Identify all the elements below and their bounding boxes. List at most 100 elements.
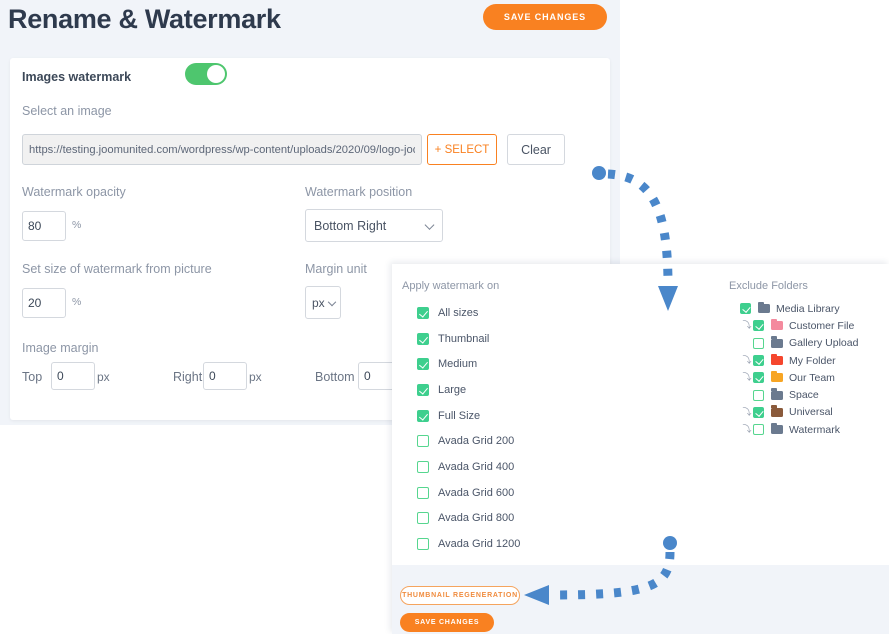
- folder-tree-row[interactable]: ⤵ Watermark: [729, 421, 858, 438]
- checkbox-checked-icon[interactable]: [753, 406, 764, 418]
- apply-size-label: Avada Grid 1200: [438, 538, 521, 551]
- clear-image-button[interactable]: Clear: [507, 134, 565, 165]
- screenshot-root: Rename & Watermark SAVE CHANGES Images w…: [0, 0, 889, 634]
- apply-size-label: Avada Grid 800: [438, 512, 515, 525]
- apply-size-label: Avada Grid 400: [438, 460, 515, 473]
- watermark-position-label: Watermark position: [305, 185, 413, 199]
- checkbox-checked-icon[interactable]: [417, 358, 429, 371]
- margin-right-input[interactable]: [203, 362, 247, 390]
- folder-tree-row[interactable]: Media Library: [729, 300, 858, 317]
- folder-icon: [771, 370, 783, 383]
- apply-size-label: Thumbnail: [438, 332, 490, 345]
- folder-icon: [771, 318, 783, 331]
- apply-size-checkbox-row[interactable]: Thumbnail: [417, 326, 520, 352]
- checkbox-checked-icon[interactable]: [417, 332, 429, 345]
- expand-arrow-icon[interactable]: ⤵: [742, 425, 752, 434]
- margin-right-unit: px: [249, 370, 262, 384]
- margin-right-label: Right: [173, 370, 203, 384]
- apply-watermark-size-list: All sizes Thumbnail Medium Large Full Size Av…: [417, 300, 520, 557]
- folder-tree-row[interactable]: ⤵ Universal: [729, 404, 858, 421]
- exclude-folders-label: Exclude Folders: [729, 280, 808, 292]
- expand-arrow-icon[interactable]: ⤵: [742, 373, 752, 382]
- folder-tree-row[interactable]: Gallery Upload: [729, 335, 858, 352]
- toggle-knob: [207, 65, 225, 83]
- exclude-folders-tree: Media Library ⤵ Customer File Gallery Uploa…: [729, 300, 858, 438]
- checkbox-unchecked-icon[interactable]: [753, 389, 764, 401]
- folder-icon: [758, 301, 770, 314]
- thumbnail-regeneration-button[interactable]: THUMBNAIL REGENERATION: [400, 586, 520, 605]
- folder-label: Space: [789, 389, 819, 402]
- expand-arrow-icon[interactable]: ⤵: [742, 356, 752, 365]
- apply-size-checkbox-row[interactable]: All sizes: [417, 300, 520, 326]
- checkbox-unchecked-icon[interactable]: [417, 460, 429, 473]
- folder-label: Universal: [789, 406, 833, 419]
- apply-size-checkbox-row[interactable]: Medium: [417, 351, 520, 377]
- apply-size-label: Avada Grid 600: [438, 486, 515, 499]
- images-watermark-toggle[interactable]: [185, 63, 227, 85]
- apply-size-checkbox-row[interactable]: Full Size: [417, 403, 520, 429]
- apply-size-label: Avada Grid 200: [438, 435, 515, 448]
- folder-label: Watermark: [789, 423, 840, 436]
- margin-unit-select[interactable]: px: [305, 286, 341, 319]
- margin-top-unit: px: [97, 370, 110, 384]
- apply-watermark-on-label: Apply watermark on: [402, 280, 500, 292]
- watermark-position-select[interactable]: Bottom Right: [305, 209, 443, 242]
- folder-icon: [771, 353, 783, 366]
- size-unit-label: %: [72, 296, 82, 308]
- apply-watermark-overlay-screen: Apply watermark on All sizes Thumbnail Med…: [392, 264, 889, 634]
- folder-label: Our Team: [789, 371, 835, 384]
- page-title: Rename & Watermark: [8, 4, 281, 34]
- chevron-down-icon: [327, 297, 337, 306]
- apply-size-checkbox-row[interactable]: Avada Grid 600: [417, 480, 520, 506]
- folder-label: My Folder: [789, 354, 836, 367]
- watermark-size-label: Set size of watermark from picture: [22, 262, 212, 276]
- page-header: Rename & Watermark SAVE CHANGES: [0, 0, 620, 58]
- watermark-opacity-input[interactable]: [22, 211, 66, 241]
- save-changes-button-bottom[interactable]: SAVE CHANGES: [400, 613, 494, 632]
- folder-tree-row[interactable]: ⤵ Customer File: [729, 317, 858, 334]
- chevron-down-icon: [424, 219, 435, 230]
- watermark-opacity-label: Watermark opacity: [22, 185, 126, 199]
- folder-icon: [771, 336, 783, 348]
- checkbox-checked-icon[interactable]: [740, 303, 751, 315]
- checkbox-checked-icon[interactable]: [753, 355, 764, 367]
- image-margin-label: Image margin: [22, 341, 99, 355]
- checkbox-checked-icon[interactable]: [753, 320, 764, 332]
- watermark-size-input[interactable]: [22, 288, 66, 318]
- watermark-position-value: Bottom Right: [314, 218, 387, 233]
- checkbox-unchecked-icon[interactable]: [417, 435, 429, 448]
- apply-size-label: Large: [438, 383, 467, 396]
- expand-arrow-icon[interactable]: ⤵: [742, 407, 752, 417]
- apply-size-label: Full Size: [438, 409, 481, 422]
- apply-size-checkbox-row[interactable]: Avada Grid 200: [417, 428, 520, 454]
- folder-label: Gallery Upload: [789, 337, 859, 350]
- margin-top-input[interactable]: [51, 362, 95, 390]
- images-watermark-label: Images watermark: [22, 70, 132, 84]
- checkbox-unchecked-icon[interactable]: [417, 486, 429, 499]
- watermark-image-url-input[interactable]: [22, 134, 422, 165]
- apply-size-checkbox-row[interactable]: Avada Grid 800: [417, 506, 520, 532]
- checkbox-unchecked-icon[interactable]: [753, 424, 764, 436]
- checkbox-checked-icon[interactable]: [417, 306, 429, 319]
- checkbox-checked-icon[interactable]: [417, 383, 429, 396]
- checkbox-unchecked-icon[interactable]: [417, 512, 429, 525]
- apply-size-label: Medium: [438, 358, 478, 371]
- select-image-button[interactable]: + SELECT: [427, 134, 497, 165]
- apply-size-checkbox-row[interactable]: Avada Grid 400: [417, 454, 520, 480]
- folder-label: Customer File: [789, 319, 855, 332]
- checkbox-checked-icon[interactable]: [753, 372, 764, 384]
- expand-arrow-icon[interactable]: ⤵: [742, 321, 752, 330]
- margin-bottom-label: Bottom: [315, 370, 355, 384]
- apply-size-checkbox-row[interactable]: Avada Grid 1200: [417, 531, 520, 557]
- folder-label: Media Library: [776, 302, 840, 315]
- folder-tree-row[interactable]: ⤵ My Folder: [729, 352, 858, 369]
- opacity-unit-label: %: [72, 219, 82, 231]
- overlay-footer: THUMBNAIL REGENERATION SAVE CHANGES: [392, 565, 889, 634]
- folder-tree-row[interactable]: ⤵ Our Team: [729, 369, 858, 386]
- checkbox-unchecked-icon[interactable]: [417, 538, 429, 551]
- folder-tree-row[interactable]: Space: [729, 386, 858, 403]
- apply-size-checkbox-row[interactable]: Large: [417, 377, 520, 403]
- save-changes-button-top[interactable]: SAVE CHANGES: [483, 4, 607, 30]
- checkbox-checked-icon[interactable]: [417, 409, 429, 422]
- checkbox-unchecked-icon[interactable]: [753, 337, 764, 349]
